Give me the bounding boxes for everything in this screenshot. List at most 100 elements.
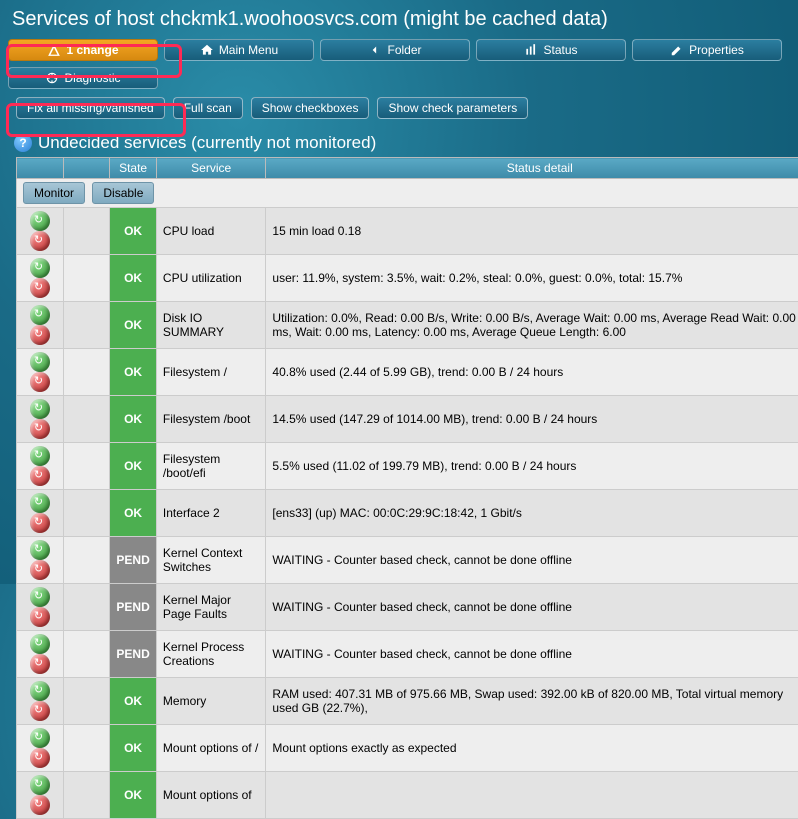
table-row: OKMount options of /Mount options exactl… (17, 725, 798, 772)
fix-all-button[interactable]: Fix all missing/vanished (16, 97, 165, 119)
service-name-cell[interactable]: Interface 2 (156, 490, 266, 537)
diagnostic-icon (45, 71, 59, 85)
service-name-cell[interactable]: Memory (156, 678, 266, 725)
state-cell: OK (110, 443, 157, 490)
monitor-icon[interactable] (30, 587, 50, 607)
monitor-icon[interactable] (30, 446, 50, 466)
warn-icon[interactable] (30, 278, 50, 298)
status-detail-cell: Utilization: 0.0%, Read: 0.00 B/s, Write… (266, 302, 798, 349)
monitor-icon[interactable] (30, 728, 50, 748)
table-row: OKFilesystem /40.8% used (2.44 of 5.99 G… (17, 349, 798, 396)
service-name-cell[interactable]: CPU load (156, 208, 266, 255)
monitor-button[interactable]: Monitor (23, 182, 85, 204)
monitor-icon[interactable] (30, 399, 50, 419)
warn-icon[interactable] (30, 372, 50, 392)
monitor-icon[interactable] (30, 493, 50, 513)
warn-icon[interactable] (30, 607, 50, 627)
status-button[interactable]: Status (476, 39, 626, 61)
row-action-cell-b (63, 255, 110, 302)
warn-icon[interactable] (30, 513, 50, 533)
status-detail-cell: WAITING - Counter based check, cannot be… (266, 631, 798, 678)
warn-icon[interactable] (30, 419, 50, 439)
state-cell: PEND (110, 631, 157, 678)
th-blank1 (17, 158, 64, 179)
monitor-icon[interactable] (30, 258, 50, 278)
folder-button[interactable]: Folder (320, 39, 470, 61)
state-cell: OK (110, 725, 157, 772)
main-menu-label: Main Menu (219, 43, 278, 57)
table-row: OKInterface 2[ens33] (up) MAC: 00:0C:29:… (17, 490, 798, 537)
warn-icon[interactable] (30, 560, 50, 580)
service-name-cell[interactable]: CPU utilization (156, 255, 266, 302)
state-cell: OK (110, 255, 157, 302)
row-action-cell-a (17, 584, 64, 631)
warn-icon[interactable] (30, 748, 50, 768)
monitor-icon[interactable] (30, 352, 50, 372)
table-row: OKFilesystem /boot14.5% used (147.29 of … (17, 396, 798, 443)
disable-button[interactable]: Disable (92, 182, 154, 204)
warn-icon[interactable] (30, 654, 50, 674)
th-service[interactable]: Service (156, 158, 266, 179)
page-title: Services of host chckmk1.woohoosvcs.com … (0, 0, 798, 37)
service-name-cell[interactable]: Kernel Major Page Faults (156, 584, 266, 631)
diagnostic-button[interactable]: Diagnostic (8, 67, 158, 89)
state-cell: OK (110, 772, 157, 819)
monitor-icon[interactable] (30, 681, 50, 701)
service-name-cell[interactable]: Filesystem /boot (156, 396, 266, 443)
service-name-cell[interactable]: Disk IO SUMMARY (156, 302, 266, 349)
service-name-cell[interactable]: Mount options of (156, 772, 266, 819)
service-name-cell[interactable]: Filesystem /boot/efi (156, 443, 266, 490)
warn-icon[interactable] (30, 701, 50, 721)
warning-icon (47, 43, 61, 57)
row-action-cell-a (17, 255, 64, 302)
th-blank2 (63, 158, 110, 179)
state-cell: OK (110, 396, 157, 443)
status-detail-cell: 40.8% used (2.44 of 5.99 GB), trend: 0.0… (266, 349, 798, 396)
table-row: OKMount options of (17, 772, 798, 819)
warn-icon[interactable] (30, 466, 50, 486)
properties-button[interactable]: Properties (632, 39, 782, 61)
status-detail-cell: WAITING - Counter based check, cannot be… (266, 537, 798, 584)
bulk-action-row: Monitor Disable (17, 179, 798, 208)
section-header: ? Undecided services (currently not moni… (0, 127, 798, 157)
main-menu-button[interactable]: Main Menu (164, 39, 314, 61)
row-action-cell-b (63, 725, 110, 772)
row-action-cell-b (63, 772, 110, 819)
top-toolbar: 1 change Main Menu Folder Status Propert… (0, 37, 798, 63)
state-cell: OK (110, 678, 157, 725)
state-cell: PEND (110, 584, 157, 631)
table-row: OKDisk IO SUMMARYUtilization: 0.0%, Read… (17, 302, 798, 349)
monitor-icon[interactable] (30, 305, 50, 325)
full-scan-button[interactable]: Full scan (173, 97, 243, 119)
changes-label: 1 change (66, 43, 118, 57)
status-detail-cell: 5.5% used (11.02 of 199.79 MB), trend: 0… (266, 443, 798, 490)
changes-button[interactable]: 1 change (8, 39, 158, 61)
show-checkboxes-button[interactable]: Show checkboxes (251, 97, 370, 119)
back-arrow-icon (368, 43, 382, 57)
monitor-icon[interactable] (30, 775, 50, 795)
row-action-cell-b (63, 584, 110, 631)
row-action-cell-a (17, 537, 64, 584)
row-action-cell-a (17, 631, 64, 678)
service-name-cell[interactable]: Kernel Process Creations (156, 631, 266, 678)
service-name-cell[interactable]: Kernel Context Switches (156, 537, 266, 584)
table-row: PENDKernel Process CreationsWAITING - Co… (17, 631, 798, 678)
monitor-icon[interactable] (30, 540, 50, 560)
table-row: OKCPU load15 min load 0.18 (17, 208, 798, 255)
th-detail[interactable]: Status detail (266, 158, 798, 179)
warn-icon[interactable] (30, 231, 50, 251)
state-cell: OK (110, 490, 157, 537)
help-icon[interactable]: ? (14, 134, 32, 152)
show-params-button[interactable]: Show check parameters (377, 97, 528, 119)
warn-icon[interactable] (30, 795, 50, 815)
table-row: OKFilesystem /boot/efi5.5% used (11.02 o… (17, 443, 798, 490)
th-state[interactable]: State (110, 158, 157, 179)
monitor-icon[interactable] (30, 634, 50, 654)
service-name-cell[interactable]: Filesystem / (156, 349, 266, 396)
status-detail-cell: 14.5% used (147.29 of 1014.00 MB), trend… (266, 396, 798, 443)
warn-icon[interactable] (30, 325, 50, 345)
monitor-icon[interactable] (30, 211, 50, 231)
row-action-cell-b (63, 678, 110, 725)
service-name-cell[interactable]: Mount options of / (156, 725, 266, 772)
status-detail-cell: [ens33] (up) MAC: 00:0C:29:9C:18:42, 1 G… (266, 490, 798, 537)
